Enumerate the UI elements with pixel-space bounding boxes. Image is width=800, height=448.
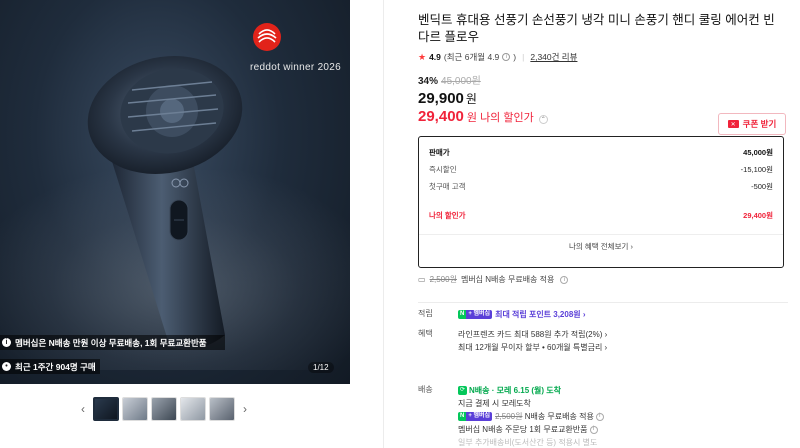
image-page-counter: 1/12 <box>308 362 334 373</box>
section-divider <box>418 302 788 303</box>
delivery-label: 배송 <box>418 385 433 394</box>
rating-detail-close: ) <box>513 52 517 62</box>
return-policy-text: 멤버십 N배송 주문당 1회 무료교환반품 <box>458 425 588 434</box>
info-icon[interactable]: i <box>595 412 604 421</box>
product-main-image[interactable]: reddot winner 2026 i 멤버십은 N배송 만원 이상 무료배송… <box>0 0 350 384</box>
award-text: reddot winner 2026 <box>250 62 342 73</box>
promo-text-1: 멤버십은 N배송 만원 이상 무료배송, 1회 무료교환반품 <box>15 337 207 348</box>
breakdown-value: 29,400원 <box>743 211 773 220</box>
info-icon[interactable]: i <box>560 275 569 284</box>
shipping-original-fee: 2,500원 <box>429 275 457 284</box>
handheld-fan-illustration <box>87 55 243 350</box>
delivery-section: 배송 ⟳ N배송 · 모레 6.15 (월) 도착 지금 결제 시 모레도착 N +… <box>418 384 788 448</box>
discount-row: 34% 45,000원 <box>418 72 788 87</box>
card-benefit-link[interactable]: 라인프렌즈 카드 최대 588원 추가 적립(2%) › <box>458 328 788 341</box>
breakdown-row-list-price: 판매가 45,000원 <box>429 144 773 161</box>
thumbnail-3[interactable] <box>151 397 177 421</box>
thumbnail-prev-arrow[interactable]: ‹ <box>76 402 90 416</box>
breakdown-value: 45,000원 <box>743 148 773 157</box>
breakdown-value: -500원 <box>751 182 773 191</box>
delivery-line-2: 지금 결제 시 모레도착 <box>458 399 531 408</box>
info-icon[interactable]: i <box>589 425 598 434</box>
coupon-button[interactable]: ✕ 쿠폰 받기 <box>718 113 786 135</box>
coupon-icon: ✕ <box>727 120 739 128</box>
info-icon[interactable]: i <box>502 53 511 61</box>
badge-plus: + 멤버십 <box>466 310 493 320</box>
delivery-fee-text: N배송 무료배송 적용 <box>524 412 594 421</box>
thumbnail-2[interactable] <box>122 397 148 421</box>
shipping-summary: ▭ 2,500원 멤버십 N배송 무료배송 적용 i <box>418 274 569 285</box>
delivery-fee-line: N + 멤버십 2,500원 N배송 무료배송 적용 i <box>458 410 788 423</box>
thumbnail-5[interactable] <box>209 397 235 421</box>
points-body[interactable]: N + 멤버십 최대 적립 포인트 3,208원 › <box>458 308 788 321</box>
column-divider <box>383 0 384 448</box>
breakdown-key: 즉시할인 <box>429 165 457 174</box>
points-text: 최대 적립 포인트 3,208원 › <box>495 310 586 319</box>
reddot-award-icon <box>253 23 281 51</box>
breakdown-row-first-purchase: 첫구매 고객 -500원 <box>429 178 773 195</box>
delivery-line-4: 멤버십 N배송 주문당 1회 무료교환반품 i <box>458 423 788 436</box>
review-count-link[interactable]: 2,340건 리뷰 <box>530 51 577 63</box>
badge-plus: + 멤버십 <box>466 412 493 422</box>
sale-price: 29,900 <box>418 90 464 107</box>
star-icon: ★ <box>418 51 427 62</box>
breakdown-row-instant-discount: 즉시할인 -15,100원 <box>429 161 773 178</box>
badge-n: N <box>458 412 467 422</box>
all-benefits-link[interactable]: 나의 혜택 전체보기 › <box>419 241 783 252</box>
breakdown-key: 첫구매 고객 <box>429 182 466 191</box>
sale-price-row: 29,900 원 <box>418 90 788 107</box>
points-section: 적립 N + 멤버십 최대 적립 포인트 3,208원 › <box>418 308 788 322</box>
price-breakdown-box: 판매가 45,000원 즉시할인 -15,100원 첫구매 고객 -500원 나… <box>418 136 784 268</box>
promo-text-2: 최근 1주간 904명 구매 <box>15 361 96 372</box>
benefits-label: 혜택 <box>418 329 433 338</box>
coupon-label: 쿠폰 받기 <box>742 119 777 129</box>
thumbnail-1[interactable] <box>93 397 119 421</box>
discount-percent: 34% <box>418 76 439 87</box>
thumbnail-next-arrow[interactable]: › <box>238 402 252 416</box>
divider: | <box>522 52 525 62</box>
npay-membership-badge: N + 멤버십 <box>458 412 493 422</box>
delivery-line-5: 일부 추가배송비(도서산간 등) 적용시 별도 <box>458 438 598 447</box>
nday-delivery-icon: ⟳ <box>458 386 468 396</box>
product-title: 벤딕트 휴대용 선풍기 손선풍기 냉각 미니 손풍기 핸디 쿨링 에어컨 빈다르… <box>418 13 775 44</box>
breakdown-divider <box>419 234 783 235</box>
truck-icon: ▭ <box>418 275 426 284</box>
delivery-body: ⟳ N배송 · 모레 6.15 (월) 도착 지금 결제 시 모레도착 N + 멤버… <box>458 384 788 448</box>
original-price: 45,000원 <box>441 76 481 87</box>
delivery-fee-original: 2,500원 <box>495 412 523 421</box>
rating-detail: (최근 6개월 4.9 <box>443 52 500 62</box>
benefits-section: 혜택 라인프렌즈 카드 최대 588원 추가 적립(2%) › 최대 12개월 … <box>418 328 788 358</box>
points-label: 적립 <box>418 309 433 318</box>
product-info-panel: 벤딕트 휴대용 선풍기 손선풍기 냉각 미니 손풍기 핸디 쿨링 에어컨 빈다르… <box>418 12 788 447</box>
membership-promo-banner: i 멤버십은 N배송 만원 이상 무료배송, 1회 무료교환반품 <box>0 335 225 350</box>
rating-row: ★ 4.9 (최근 6개월 4.9 i ) | 2,340건 리뷰 <box>418 51 788 63</box>
delivery-arrival-line[interactable]: ⟳ N배송 · 모레 6.15 (월) 도착 <box>458 384 788 397</box>
currency-unit: 원 <box>465 92 477 106</box>
breakdown-value: -15,100원 <box>740 165 773 174</box>
shipping-free-text: 멤버십 N배송 무료배송 적용 <box>460 275 555 284</box>
thumbnail-4[interactable] <box>180 397 206 421</box>
info-dot-icon: i <box>2 338 11 347</box>
cart-dot-icon: • <box>2 362 11 371</box>
breakdown-key: 나의 할인가 <box>429 211 466 220</box>
my-price: 29,400 <box>418 108 464 125</box>
breakdown-key: 판매가 <box>429 148 450 157</box>
my-price-label: 원 나의 할인가 <box>466 112 534 124</box>
npay-membership-badge: N + 멤버십 <box>458 310 493 320</box>
recent-purchase-banner: • 최근 1주간 904명 구매 <box>0 359 100 374</box>
chevron-up-icon[interactable]: ⌃ <box>538 115 548 124</box>
delivery-arrival-text: N배송 · 모레 6.15 (월) 도착 <box>469 386 562 395</box>
breakdown-row-my-price: 나의 할인가 29,400원 <box>429 207 773 224</box>
thumbnail-strip: ‹ › <box>76 396 256 422</box>
installment-benefit-link[interactable]: 최대 12개월 무이자 할부 • 60개월 특별금리 › <box>458 341 788 354</box>
rating-score: 4.9 <box>429 52 441 62</box>
benefits-body: 라인프렌즈 카드 최대 588원 추가 적립(2%) › 최대 12개월 무이자… <box>458 328 788 354</box>
badge-n: N <box>458 310 467 320</box>
